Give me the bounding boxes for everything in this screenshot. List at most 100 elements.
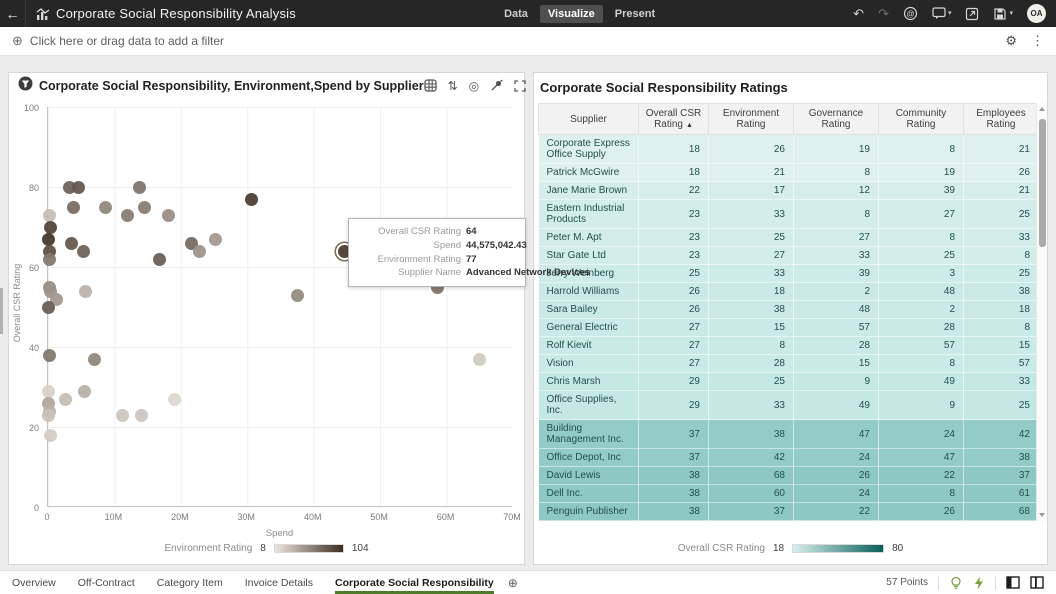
rating-cell[interactable]: 37 — [639, 420, 709, 449]
layout-grid-icon[interactable] — [424, 79, 437, 92]
column-header-employees-rating[interactable]: Employees Rating — [964, 104, 1039, 135]
rating-cell[interactable]: 48 — [794, 301, 879, 319]
table-row[interactable]: Rolf Kievit278285715 — [539, 337, 1039, 355]
table-row[interactable]: Jerry Weinberg253339325 — [539, 265, 1039, 283]
target-icon[interactable]: ◎ — [469, 80, 479, 92]
rating-cell[interactable]: 15 — [964, 337, 1039, 355]
supplier-cell[interactable]: Eastern Industrial Products — [539, 200, 639, 229]
rating-cell[interactable]: 48 — [639, 521, 709, 522]
table-row[interactable]: Sara Bailey263848218 — [539, 301, 1039, 319]
scatter-point[interactable] — [88, 353, 101, 366]
rating-cell[interactable]: 8 — [794, 164, 879, 182]
community-icon[interactable]: @ — [903, 6, 918, 21]
rating-cell[interactable]: 25 — [639, 265, 709, 283]
supplier-cell[interactable]: Star Gate Ltd — [539, 247, 639, 265]
rating-cell[interactable]: 23 — [639, 229, 709, 247]
rating-cell[interactable]: 38 — [709, 301, 794, 319]
table-row[interactable]: David Lewis3868262237 — [539, 467, 1039, 485]
scatter-point[interactable] — [99, 201, 112, 214]
rating-cell[interactable]: 27 — [639, 337, 709, 355]
column-header-overall-csr-rating[interactable]: Overall CSR Rating▲ — [639, 104, 709, 135]
supplier-cell[interactable]: Peter M. Apt — [539, 229, 639, 247]
comment-caret-icon[interactable]: ▾ — [948, 10, 952, 17]
table-row[interactable]: Vision272815857 — [539, 355, 1039, 373]
table-row[interactable]: Jane Marie Brown2217123921 — [539, 182, 1039, 200]
scatter-point[interactable] — [79, 285, 92, 298]
table-scrollbar[interactable] — [1036, 103, 1047, 521]
canvas-tab-off-contract[interactable]: Off-Contract — [78, 571, 135, 594]
rating-cell[interactable]: 25 — [964, 265, 1039, 283]
rating-cell[interactable]: 68 — [709, 467, 794, 485]
rating-cell[interactable]: 24 — [794, 485, 879, 503]
rating-cell[interactable]: 33 — [709, 265, 794, 283]
rating-cell[interactable]: 9 — [794, 373, 879, 391]
supplier-cell[interactable]: Building Management Inc. — [539, 420, 639, 449]
rating-cell[interactable]: 18 — [639, 135, 709, 164]
supplier-cell[interactable]: Penguin Publisher — [539, 503, 639, 521]
rating-cell[interactable]: 21 — [964, 135, 1039, 164]
rating-cell[interactable]: 18 — [964, 301, 1039, 319]
column-header-governance-rating[interactable]: Governance Rating — [794, 104, 879, 135]
rating-cell[interactable]: 39 — [879, 182, 964, 200]
rating-cell[interactable]: 23 — [639, 247, 709, 265]
rating-cell[interactable]: 22 — [794, 503, 879, 521]
rating-cell[interactable]: 57 — [964, 355, 1039, 373]
rating-cell[interactable]: 33 — [964, 373, 1039, 391]
mode-tab-present[interactable]: Present — [607, 5, 663, 23]
rating-cell[interactable]: 26 — [639, 301, 709, 319]
window-scrollbar[interactable] — [0, 288, 3, 334]
scatter-point[interactable] — [473, 353, 486, 366]
rating-cell[interactable]: 25 — [879, 247, 964, 265]
table-row[interactable]: Penguin Publisher3837222668 — [539, 503, 1039, 521]
auto-insights-bolt-icon[interactable] — [973, 576, 985, 590]
scatter-point[interactable] — [43, 209, 56, 222]
rating-cell[interactable]: 39 — [794, 265, 879, 283]
rating-cell[interactable]: 25 — [964, 200, 1039, 229]
undo-icon[interactable]: ↶ — [853, 7, 864, 20]
filter-badge-icon[interactable] — [18, 76, 33, 96]
rating-cell[interactable]: 28 — [709, 355, 794, 373]
rating-cell[interactable]: 19 — [879, 164, 964, 182]
supplier-cell[interactable]: Harrold Williams — [539, 283, 639, 301]
scatter-point[interactable] — [42, 301, 55, 314]
table-row[interactable]: ABC Consulting4869391867 — [539, 521, 1039, 522]
rating-cell[interactable]: 18 — [879, 521, 964, 522]
table-row[interactable]: Chris Marsh292594933 — [539, 373, 1039, 391]
rating-cell[interactable]: 33 — [709, 200, 794, 229]
filterbar-menu-icon[interactable]: ⋮ — [1031, 33, 1044, 49]
settings-gear-icon[interactable]: ⚙ — [1005, 33, 1017, 49]
scatter-point[interactable] — [135, 409, 148, 422]
rating-cell[interactable]: 26 — [964, 164, 1039, 182]
rating-cell[interactable]: 29 — [639, 391, 709, 420]
rating-cell[interactable]: 22 — [639, 182, 709, 200]
rating-cell[interactable]: 21 — [709, 164, 794, 182]
scatter-point[interactable] — [67, 201, 80, 214]
scatter-point[interactable] — [59, 393, 72, 406]
save-icon[interactable]: ▾ — [993, 7, 1013, 21]
rating-cell[interactable]: 39 — [794, 521, 879, 522]
rating-cell[interactable]: 27 — [639, 355, 709, 373]
scatter-point[interactable] — [43, 349, 56, 362]
scatter-point[interactable] — [133, 181, 146, 194]
mode-tab-data[interactable]: Data — [496, 5, 536, 23]
scatter-point[interactable] — [42, 385, 55, 398]
mode-tab-visualize[interactable]: Visualize — [540, 5, 603, 23]
table-row[interactable]: Dell Inc.386024861 — [539, 485, 1039, 503]
scatter-point[interactable] — [153, 253, 166, 266]
table-row[interactable]: Corporate Express Office Supply182619821 — [539, 135, 1039, 164]
scatter-point[interactable] — [245, 193, 258, 206]
supplier-cell[interactable]: ABC Consulting — [539, 521, 639, 522]
canvas-tab-category-item[interactable]: Category Item — [157, 571, 223, 594]
rating-cell[interactable]: 26 — [639, 283, 709, 301]
scatter-point[interactable] — [162, 209, 175, 222]
export-icon[interactable] — [965, 7, 979, 21]
rating-cell[interactable]: 42 — [964, 420, 1039, 449]
rating-cell[interactable]: 47 — [794, 420, 879, 449]
rating-cell[interactable]: 28 — [794, 337, 879, 355]
scatter-point[interactable] — [209, 233, 222, 246]
add-filter-prompt[interactable]: ⊕ Click here or drag data to add a filte… — [12, 33, 224, 49]
rating-cell[interactable]: 29 — [639, 373, 709, 391]
scatter-point[interactable] — [138, 201, 151, 214]
supplier-cell[interactable]: Office Depot, Inc — [539, 449, 639, 467]
rating-cell[interactable]: 27 — [794, 229, 879, 247]
